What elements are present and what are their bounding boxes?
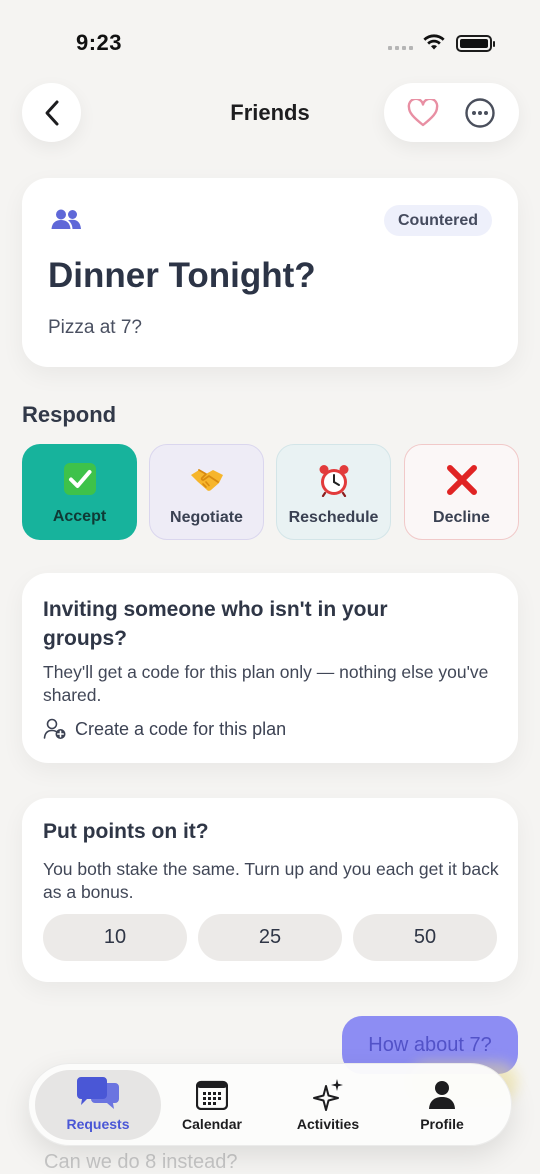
respond-label: Respond: [22, 402, 117, 427]
tab-profile-label: Profile: [420, 1116, 464, 1132]
points-options: 10 25 50: [43, 914, 497, 961]
more-options-button[interactable]: [460, 93, 500, 133]
create-code-label: Create a code for this plan: [75, 718, 287, 739]
reschedule-button[interactable]: Reschedule: [276, 444, 391, 540]
person-icon: [429, 1081, 455, 1109]
plan-subtitle: Pizza at 7?: [48, 317, 142, 338]
invite-title: Inviting someone who isn't in your group…: [43, 598, 388, 650]
plan-card: Countered Dinner Tonight? Pizza at 7?: [22, 178, 518, 367]
status-badge: Countered: [384, 205, 492, 236]
alarm-clock-emoji-icon: [319, 465, 348, 497]
status-bar: 9:23: [0, 0, 540, 80]
handshake-emoji-icon: [190, 469, 223, 491]
tab-calendar[interactable]: Calendar: [149, 1070, 275, 1140]
points-option-25[interactable]: 25: [198, 914, 342, 961]
status-time: 9:23: [76, 30, 123, 55]
wifi-icon: [423, 34, 445, 50]
sparkles-icon: [313, 1079, 343, 1111]
tab-calendar-label: Calendar: [182, 1116, 242, 1132]
add-person-icon: [43, 718, 66, 739]
reschedule-label: Reschedule: [288, 509, 379, 526]
decline-button[interactable]: Decline: [404, 444, 519, 540]
negotiate-button[interactable]: Negotiate: [149, 444, 264, 540]
decline-label: Decline: [433, 509, 490, 526]
tab-requests-label: Requests: [66, 1116, 130, 1132]
tab-profile[interactable]: Profile: [379, 1070, 505, 1140]
invite-card: Inviting someone who isn't in your group…: [22, 573, 518, 763]
accept-label: Accept: [52, 508, 107, 525]
points-description: You both stake the same. Turn up and you…: [43, 859, 499, 902]
tab-activities-label: Activities: [296, 1116, 360, 1132]
tab-requests[interactable]: Requests: [35, 1070, 161, 1140]
check-emoji-icon: [63, 463, 96, 495]
calendar-icon: [196, 1080, 228, 1110]
tab-bar: Requests Calendar Activities Profile: [28, 1063, 512, 1146]
more-dots-icon: [465, 97, 495, 128]
invite-description: They'll get a code for this plan only — …: [43, 662, 489, 705]
battery-icon: [456, 35, 495, 52]
header-actions: [384, 83, 519, 142]
tab-activities[interactable]: Activities: [265, 1070, 391, 1140]
points-option-10[interactable]: 10: [43, 914, 187, 961]
heart-icon: [407, 98, 439, 126]
cross-mark-icon: [446, 465, 477, 495]
cellular-signal-icon: [388, 46, 413, 50]
points-option-50[interactable]: 50: [353, 914, 497, 961]
chat-bubbles-icon: [77, 1077, 119, 1109]
create-code-link[interactable]: Create a code for this plan: [43, 718, 286, 740]
points-title: Put points on it?: [43, 820, 209, 843]
accept-button[interactable]: Accept: [22, 444, 137, 540]
people-icon: [51, 209, 81, 229]
chat-message-incoming: Can we do 8 instead?: [44, 1151, 238, 1173]
points-card: Put points on it? You both stake the sam…: [22, 798, 518, 982]
plan-title: Dinner Tonight?: [48, 256, 316, 295]
favorite-button[interactable]: [403, 93, 443, 133]
negotiate-label: Negotiate: [170, 509, 243, 526]
